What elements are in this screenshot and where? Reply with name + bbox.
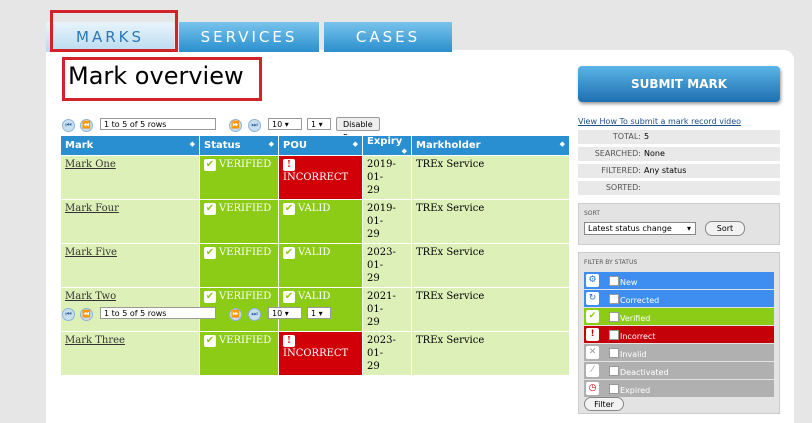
pou-badge: !INCORRECT [278, 155, 363, 200]
filter-box: FILTER BY STATUS ⚙ New ↻ Corrected ✔ Verifi… [578, 252, 780, 414]
sort-select[interactable]: Latest status change ▾ [584, 222, 696, 235]
filter-checkbox[interactable] [609, 384, 619, 394]
pou-badge: ✔ VALID [278, 243, 363, 288]
col-status[interactable]: Status ◆ [199, 135, 279, 156]
table-row: Mark Five ✔ VERIFIED ✔ VALID 2023-01- 29 TR… [60, 243, 570, 288]
mark-link[interactable]: Mark Two [65, 291, 116, 302]
prev-page-icon[interactable]: ⏪ [80, 308, 93, 321]
markholder-cell: TREx Service [411, 199, 570, 244]
table-row: Mark One ✔ VERIFIED !INCORRECT 2019-01- 29… [60, 155, 570, 200]
filter-incorrect[interactable]: ! Incorrect [584, 326, 774, 343]
col-pou[interactable]: POU ◆ [278, 135, 363, 156]
check-icon: ✔ [283, 202, 295, 215]
row-range: 1 to 5 of 5 rows [100, 307, 216, 319]
pou-badge: ✔ VALID [278, 199, 363, 244]
submit-mark-button[interactable]: SUBMIT MARK [578, 66, 780, 102]
table-row: Mark Four ✔ VERIFIED ✔ VALID 2019-01- 29 TR… [60, 199, 570, 244]
markholder-cell: TREx Service [411, 287, 570, 332]
page-select[interactable]: 1 ▾ [307, 307, 331, 319]
markholder-cell: TREx Service [411, 331, 570, 376]
filter-checkbox[interactable] [609, 312, 619, 322]
filter-checkbox[interactable] [609, 276, 619, 286]
warning-icon: ! [283, 158, 295, 171]
expiry-cell: 2023-01- 29 [362, 331, 412, 376]
first-page-icon[interactable]: ⏮ [62, 308, 75, 321]
first-page-icon[interactable]: ⏮ [62, 119, 75, 132]
stat-sorted: SORTED: [578, 181, 780, 195]
status-badge: ✔ VERIFIED [199, 155, 279, 200]
filter-button[interactable]: Filter [584, 397, 624, 411]
x-icon: ✕ [586, 346, 599, 359]
col-mark[interactable]: Mark ◆ [60, 135, 200, 156]
stat-total: TOTAL: 5 [578, 130, 780, 144]
tab-highlight [50, 10, 178, 52]
check-icon: ✔ [204, 246, 216, 259]
sort-box: SORT Latest status change ▾ Sort [578, 203, 780, 245]
prev-page-icon[interactable]: ⏪ [80, 119, 93, 132]
status-badge: ✔ VERIFIED [199, 199, 279, 244]
check-icon: ✔ [204, 202, 216, 215]
refresh-icon: ↻ [586, 292, 599, 305]
filter-new[interactable]: ⚙ New [584, 272, 774, 289]
col-markholder[interactable]: Markholder ◆ [411, 135, 570, 156]
gear-icon: ⚙ [586, 274, 599, 287]
table-row: Mark Three ✔ VERIFIED !INCORRECT 2023-01-… [60, 331, 570, 376]
next-page-icon[interactable]: ⏩ [229, 308, 242, 321]
filter-deactivated[interactable]: ⁄ Deactivated [584, 362, 774, 379]
check-icon: ✔ [283, 290, 295, 303]
page-title: Mark overview [68, 62, 244, 90]
filter-verified[interactable]: ✔ Verified [584, 308, 774, 325]
mark-link[interactable]: Mark One [65, 159, 116, 170]
expiry-cell: 2021-01- 29 [362, 287, 412, 332]
mark-link[interactable]: Mark Three [65, 335, 125, 346]
disable-pager-button[interactable]: Disable Pager [336, 117, 380, 142]
warning-icon: ! [586, 328, 599, 341]
clock-icon: ◷ [586, 382, 599, 395]
row-range: 1 to 5 of 5 rows [100, 118, 216, 130]
expiry-cell: 2023-01- 29 [362, 243, 412, 288]
filter-checkbox[interactable] [609, 294, 619, 304]
status-badge: ✔ VERIFIED [199, 331, 279, 376]
check-icon: ✔ [204, 334, 216, 347]
status-badge: ✔ VERIFIED [199, 243, 279, 288]
marks-table: Mark ◆ Status ◆ POU ◆ Expiry ◆ Markholder ◆ M… [60, 135, 570, 376]
filter-checkbox[interactable] [609, 348, 619, 358]
stat-filtered: FILTERED: Any status [578, 164, 780, 178]
filter-checkbox[interactable] [609, 366, 619, 376]
check-icon: ✔ [204, 290, 216, 303]
check-icon: ✔ [283, 246, 295, 259]
col-expiry[interactable]: Expiry ◆ [362, 135, 412, 156]
page-select[interactable]: 1 ▾ [307, 118, 331, 130]
sort-heading: SORT [584, 210, 600, 217]
expiry-cell: 2019-01- 29 [362, 155, 412, 200]
sort-button[interactable]: Sort [705, 221, 745, 236]
check-icon: ✔ [586, 310, 599, 323]
page-size-select[interactable]: 10 ▾ [268, 307, 302, 319]
warning-icon: ! [283, 334, 295, 347]
tab-cases[interactable]: CASES [324, 22, 452, 52]
filter-invalid[interactable]: ✕ Invalid [584, 344, 774, 361]
markholder-cell: TREx Service [411, 243, 570, 288]
filter-expired[interactable]: ◷ Expired [584, 380, 774, 397]
mark-link[interactable]: Mark Five [65, 247, 117, 258]
slash-icon: ⁄ [586, 364, 599, 377]
next-page-icon[interactable]: ⏩ [229, 119, 242, 132]
filter-checkbox[interactable] [609, 330, 619, 340]
check-icon: ✔ [204, 158, 216, 171]
tab-services[interactable]: SERVICES [179, 22, 319, 52]
page-size-select[interactable]: 10 ▾ [268, 118, 302, 130]
expiry-cell: 2019-01- 29 [362, 199, 412, 244]
markholder-cell: TREx Service [411, 155, 570, 200]
video-link[interactable]: View How To submit a mark record video [578, 117, 741, 126]
last-page-icon[interactable]: ⏭ [248, 119, 261, 132]
pou-badge: !INCORRECT [278, 331, 363, 376]
stat-searched: SEARCHED: None [578, 147, 780, 161]
filter-corrected[interactable]: ↻ Corrected [584, 290, 774, 307]
mark-link[interactable]: Mark Four [65, 203, 119, 214]
filter-heading: FILTER BY STATUS [584, 259, 638, 266]
last-page-icon[interactable]: ⏭ [248, 308, 261, 321]
